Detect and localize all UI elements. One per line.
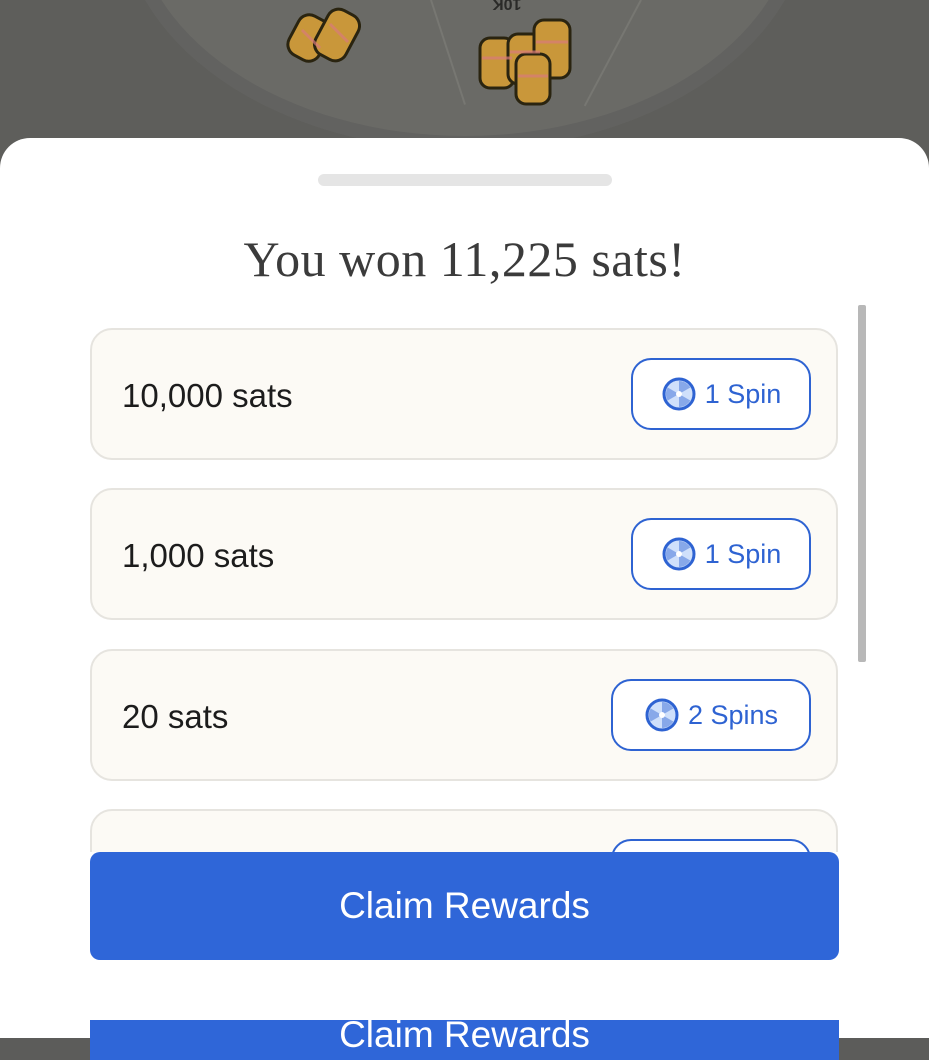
list-scrollbar[interactable]	[858, 305, 866, 662]
spin-wheel-icon	[645, 698, 679, 732]
reward-amount: 20 sats	[122, 698, 229, 735]
reward-amount: 1,000 sats	[122, 537, 275, 574]
spin-wheel-icon	[662, 537, 696, 571]
reward-row: 1,000 sats 1 Spin	[90, 488, 838, 620]
spin-count-label: 1 Spin	[704, 538, 782, 569]
claim-rewards-label: Claim Rewards	[339, 1020, 590, 1055]
claim-rewards-button[interactable]: Claim Rewards	[90, 852, 839, 960]
rewards-sheet: You won 11,225 sats! 10,000 sats 1 Spin …	[0, 138, 929, 1060]
reward-row: 20 sats 2 Spins	[90, 649, 838, 781]
prize-wheel	[120, 0, 810, 150]
spin-count-badge[interactable]: 1 Spin	[631, 358, 811, 430]
spin-count-badge[interactable]: 1 Spin	[631, 518, 811, 590]
spin-count-badge[interactable]	[611, 839, 811, 852]
spin-count-label: 2 Spins	[687, 699, 779, 730]
win-title: You won 11,225 sats!	[243, 231, 686, 287]
spin-wheel-icon	[662, 377, 696, 411]
rewards-list[interactable]: 10,000 sats 1 Spin 1,000 sats 1 Spin 20 …	[90, 328, 842, 852]
reward-row	[90, 809, 838, 852]
wheel-segment-label: 10K	[492, 0, 522, 12]
coin-stack-icon	[478, 18, 572, 106]
claim-rewards-button-duplicate[interactable]: Claim Rewards	[90, 1020, 839, 1060]
spin-count-label: 1 Spin	[704, 378, 782, 409]
reward-row: 10,000 sats 1 Spin	[90, 328, 838, 460]
reward-amount: 10,000 sats	[122, 377, 293, 414]
spin-count-badge[interactable]: 2 Spins	[611, 679, 811, 751]
prize-wheel-backdrop: 10K	[0, 0, 929, 160]
sheet-drag-handle[interactable]	[318, 174, 612, 186]
coin-stack-icon	[286, 7, 362, 63]
